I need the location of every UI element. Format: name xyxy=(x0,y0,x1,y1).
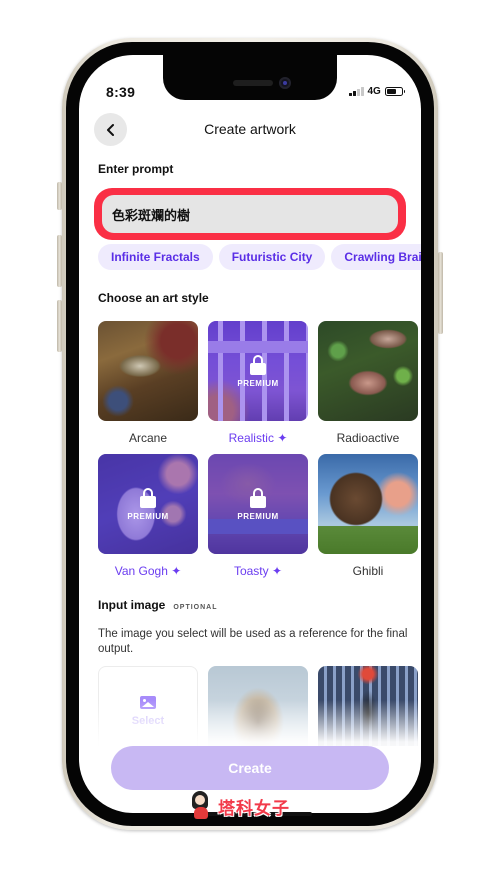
suggestion-chip[interactable]: Infinite Fractals xyxy=(98,244,213,270)
watermark: 塔科女子 xyxy=(188,791,312,821)
battery-level xyxy=(386,89,396,94)
premium-overlay: PREMIUM xyxy=(98,454,198,554)
network-label: 4G xyxy=(367,86,381,97)
lock-icon xyxy=(250,354,266,375)
power-button xyxy=(438,252,443,334)
suggestion-chip[interactable]: Futuristic City xyxy=(218,244,326,270)
style-name-text: Toasty xyxy=(233,564,269,578)
premium-badge: PREMIUM xyxy=(237,378,279,388)
premium-badge: PREMIUM xyxy=(127,511,169,521)
speaker-grille xyxy=(233,80,273,86)
style-card-van-gogh[interactable]: PREMIUM xyxy=(98,454,198,554)
chevron-left-icon xyxy=(106,123,114,136)
art-style-label: Choose an art style xyxy=(98,291,209,305)
style-name: Arcane xyxy=(128,431,168,445)
status-indicators: 4G xyxy=(349,86,406,97)
optional-tag: OPTIONAL xyxy=(173,604,218,611)
sparkle-icon: ✦ xyxy=(277,431,288,445)
volume-up-button xyxy=(57,235,62,287)
watermark-text: 塔科女子 xyxy=(218,798,290,819)
style-name: Ghibli xyxy=(352,564,384,578)
style-card-arcane[interactable] xyxy=(98,321,198,421)
sparkle-icon: ✦ xyxy=(171,564,182,578)
style-card-toasty[interactable]: PREMIUM xyxy=(208,454,308,554)
input-image-description: The image you select will be used as a r… xyxy=(98,628,408,655)
page-title: Create artwork xyxy=(204,121,296,137)
back-button[interactable] xyxy=(94,113,127,146)
style-name-text: Realistic xyxy=(228,431,274,445)
notch xyxy=(163,52,337,100)
watermark-avatar-icon xyxy=(188,791,214,821)
style-name: Radioactive xyxy=(336,431,400,445)
style-card-radioactive[interactable] xyxy=(318,321,418,421)
input-image-heading: Input image OPTIONAL xyxy=(98,598,218,612)
sparkle-icon: ✦ xyxy=(271,564,283,578)
front-camera xyxy=(279,77,291,89)
lock-icon xyxy=(140,487,156,508)
style-card-ghibli[interactable] xyxy=(318,454,418,554)
style-name-premium: Realistic ✦ xyxy=(203,431,313,445)
prompt-input[interactable] xyxy=(102,195,398,233)
signal-icon xyxy=(349,87,364,96)
premium-overlay: PREMIUM xyxy=(208,454,308,554)
suggestion-chips: Infinite Fractals Futuristic City Crawling… xyxy=(98,244,421,270)
lock-icon xyxy=(250,487,266,508)
create-button[interactable]: Create xyxy=(111,746,389,790)
suggestion-chip[interactable]: Crawling Brains xyxy=(331,244,421,270)
input-image-label: Input image xyxy=(98,598,166,612)
battery-icon xyxy=(384,87,406,96)
style-name-premium: Van Gogh ✦ xyxy=(93,564,203,578)
premium-overlay: PREMIUM xyxy=(208,321,308,421)
premium-badge: PREMIUM xyxy=(237,511,279,521)
style-name-text: Van Gogh xyxy=(114,564,168,578)
prompt-label: Enter prompt xyxy=(98,162,174,176)
style-name-premium: Toasty ✦ xyxy=(203,564,313,578)
volume-down-button xyxy=(57,300,62,352)
style-card-realistic[interactable]: PREMIUM xyxy=(208,321,308,421)
silent-switch xyxy=(57,182,62,210)
status-time: 8:39 xyxy=(106,84,136,100)
